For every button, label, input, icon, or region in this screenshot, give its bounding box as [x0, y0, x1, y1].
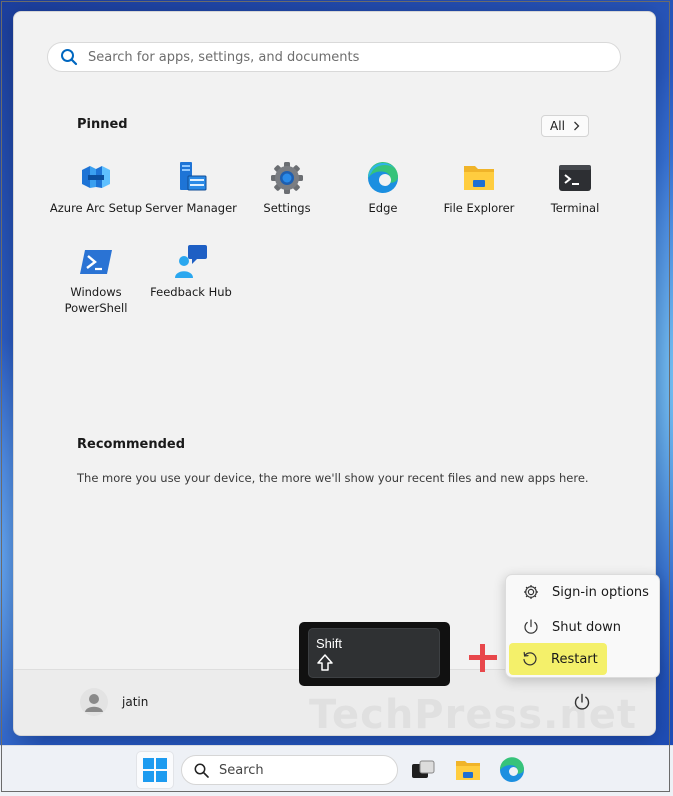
pinned-app-azure-arc-setup[interactable]: Azure Arc Setup [48, 160, 144, 216]
power-button-icon[interactable] [572, 692, 592, 712]
taskbar-search-label: Search [219, 762, 264, 778]
menu-item-sign-in-options[interactable]: Sign-in options [510, 577, 655, 607]
edge-icon [367, 161, 398, 193]
menu-item-label: Sign-in options [552, 584, 649, 600]
plus-icon [469, 644, 497, 672]
terminal-icon [559, 165, 591, 191]
taskbar-search[interactable]: Search [181, 755, 398, 785]
restart-icon [523, 651, 537, 666]
gear-icon [524, 585, 538, 599]
app-label: Feedback Hub [150, 285, 232, 299]
azure-arc-icon [82, 166, 110, 188]
windows-logo-icon [143, 758, 167, 782]
folder-icon[interactable] [454, 756, 482, 784]
app-label: File Explorer [443, 201, 515, 215]
user-icon [85, 694, 103, 712]
gear-icon [271, 162, 303, 194]
pinned-app-windows-powershell[interactable]: Windows PowerShell [48, 244, 144, 316]
recommended-empty-text: The more you use your device, the more w… [77, 471, 589, 485]
menu-item-label: Shut down [552, 619, 622, 635]
pinned-heading: Pinned [77, 117, 128, 132]
all-apps-label: All [550, 119, 565, 133]
user-name[interactable]: jatin [122, 695, 148, 709]
pinned-app-server-manager[interactable]: Server Manager [143, 160, 239, 216]
task-view-icon[interactable] [410, 758, 436, 784]
menu-item-label: Restart [551, 651, 598, 667]
shift-key-label: Shift [316, 636, 343, 651]
folder-icon [464, 166, 494, 190]
search-icon [194, 763, 209, 778]
all-apps-button[interactable]: All [541, 115, 589, 137]
app-label: Server Manager [145, 201, 237, 215]
shift-arrow-icon [317, 654, 333, 671]
chevron-right-icon [573, 121, 580, 131]
power-options-menu: Sign-in options Shut down Restart [505, 574, 660, 678]
powershell-icon [80, 250, 112, 274]
recommended-heading: Recommended [77, 437, 186, 452]
power-icon [524, 619, 538, 634]
start-search-box[interactable] [47, 42, 621, 72]
app-label: Windows [70, 285, 122, 299]
edge-icon[interactable] [498, 756, 526, 784]
server-manager-icon [180, 162, 207, 191]
pinned-app-terminal[interactable]: Terminal [527, 160, 623, 216]
search-icon [61, 49, 78, 66]
pinned-app-settings[interactable]: Settings [239, 160, 335, 216]
start-button[interactable] [136, 751, 174, 789]
menu-item-restart[interactable]: Restart [509, 643, 607, 675]
avatar[interactable] [80, 688, 108, 716]
search-input[interactable] [86, 48, 620, 66]
pinned-app-feedback-hub[interactable]: Feedback Hub [143, 244, 239, 300]
pinned-app-file-explorer[interactable]: File Explorer [431, 160, 527, 216]
shift-keycap: Shift [308, 628, 440, 678]
app-label: Azure Arc Setup [49, 201, 143, 215]
pinned-app-edge[interactable]: Edge [335, 160, 431, 216]
app-label: Edge [368, 201, 398, 215]
shift-key-graphic: Shift [299, 622, 450, 686]
menu-item-shut-down[interactable]: Shut down [510, 612, 655, 642]
app-label: Settings [263, 201, 311, 215]
feedback-hub-icon [175, 245, 207, 278]
app-label: Terminal [550, 201, 600, 215]
app-label: PowerShell [64, 301, 128, 315]
